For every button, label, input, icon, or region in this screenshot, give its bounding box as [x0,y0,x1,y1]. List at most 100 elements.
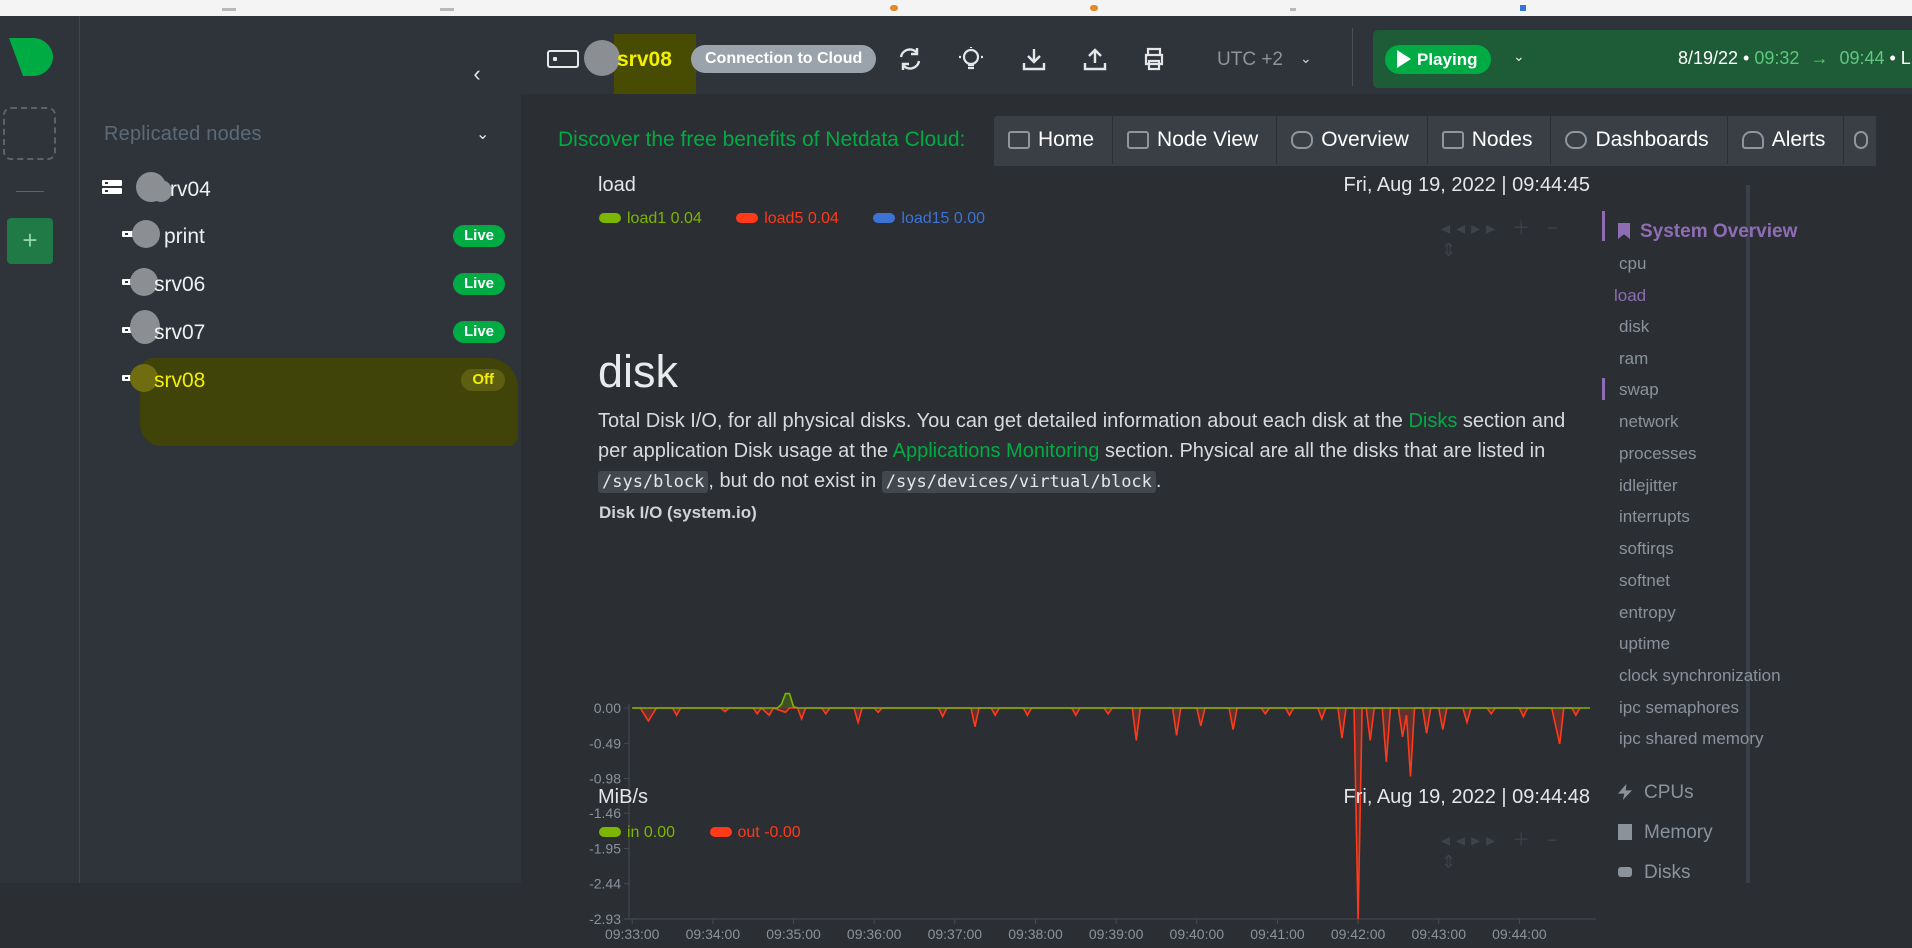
legend-name: load15 [901,210,950,227]
desc-text: . [1155,470,1162,492]
range-arrow: → [1810,48,1829,68]
node-row-srv07[interactable]: srv07 Live [80,310,521,352]
space-placeholder[interactable] [3,107,56,160]
toc-item-swap[interactable]: swap [1619,380,1659,400]
toc-item-ipc-semaphores[interactable]: ipc semaphores [1619,698,1739,718]
x-tick-label: 09:36:00 [847,926,902,942]
status-badge: Live [452,273,505,295]
timezone-selector[interactable]: UTC +2 [1217,49,1283,71]
toc-group-memory[interactable]: Memory [1618,822,1713,844]
load-timestamp: Fri, Aug 19, 2022 | 09:44:45 [1343,174,1590,196]
disk-drive-icon [1618,867,1632,877]
upload-icon[interactable] [1082,46,1108,72]
node-name: srv06 [154,273,206,296]
playing-button[interactable]: Playing [1385,45,1492,74]
code-sys-devices-virtual-block: /sys/devices/virtual/block [881,471,1156,493]
legend-item-load15[interactable]: load15 0.00 [873,210,985,227]
chart-units: MiB/s [598,786,648,808]
lightbulb-icon[interactable] [958,46,984,72]
toc-item-cpu[interactable]: cpu [1619,254,1646,274]
desc-text: Total Disk I/O, for all physical disks. … [598,410,1409,432]
toc-group-cpus[interactable]: CPUs [1618,782,1694,804]
tab-overview[interactable]: Overview [1277,116,1428,164]
scrollbar[interactable] [1746,185,1750,883]
nodes-icon [1441,131,1464,149]
tab-dashboards[interactable]: Dashboards [1551,116,1728,164]
legend-swatch [736,213,759,223]
toc-item-disk[interactable]: disk [1619,317,1649,337]
toc-item-uptime[interactable]: uptime [1619,634,1670,654]
chevron-down-icon[interactable]: ⌄ [476,124,489,144]
toc-item-network[interactable]: network [1619,412,1679,432]
series-line-in [632,692,1600,709]
toc-item-ram[interactable]: ram [1619,349,1648,369]
collapse-sidebar-button[interactable]: ‹ [466,63,488,86]
x-tick-label: 09:34:00 [686,926,741,942]
chevron-down-icon[interactable]: ⌄ [1300,50,1312,67]
toc-item-idlejitter[interactable]: idlejitter [1619,476,1678,496]
cloud-promo-text: Discover the free benefits of Netdata Cl… [558,128,966,151]
legend-item-load5[interactable]: load5 0.04 [736,210,839,227]
tab-label: Nodes [1471,128,1533,151]
tab-node-view[interactable]: Node View [1113,116,1278,164]
toc-item-softnet[interactable]: softnet [1619,571,1670,591]
node-name: srv08 [154,369,206,392]
y-tick-label: 0.00 [594,700,621,716]
host-name[interactable]: srv08 [617,48,672,72]
legend-item-in[interactable]: in 0.00 [599,824,675,841]
chart-controls[interactable]: ◂◂▸▸ ＋ − ⇕ [1441,826,1590,873]
tab-nodes[interactable]: Nodes [1428,116,1552,164]
section-title: disk [598,346,679,398]
toc-item-entropy[interactable]: entropy [1619,603,1676,623]
tab-home[interactable]: Home [994,116,1114,164]
y-tick-label: -1.95 [589,840,621,856]
download-icon[interactable] [1021,46,1047,72]
disk-io-chart[interactable]: 0.00-0.49-0.98-1.46-1.95-2.44-2.9309:33:… [551,518,1600,948]
chart-controls[interactable]: ◂◂▸▸ ＋ − ⇕ [1441,214,1590,261]
tab-alerts[interactable]: Alerts [1728,116,1845,164]
add-space-button[interactable]: + [7,218,53,264]
toc-title: System Overview [1640,221,1798,242]
legend-item-load1[interactable]: load1 0.04 [599,210,702,227]
print-icon[interactable] [1141,46,1167,72]
server-icon [547,50,579,68]
top-header-bar: srv08 Connection to Cloud UTC +2 ⌄ Playi… [521,16,1912,96]
browser-tab-strip [0,0,1912,17]
toc-item-clock-synchronization[interactable]: clock synchronization [1619,666,1781,686]
tab-more[interactable] [1844,116,1876,164]
node-row-srv04[interactable]: rv04 [80,168,521,208]
play-icon [1397,50,1411,68]
legend-name: in [627,824,640,841]
range-date: 8/19/22 • [1678,48,1750,68]
toc-section-system-overview[interactable]: System Overview [1618,221,1797,243]
y-tick-label: -2.93 [589,911,621,927]
cloud-tabs: Home Node View Overview Nodes Dashboards… [994,116,1877,166]
node-row-srv06[interactable]: srv06 Live [80,264,521,304]
node-row-srv08[interactable]: srv08 Off [80,360,521,400]
disks-link[interactable]: Disks [1408,410,1457,432]
tab-marker [1290,8,1296,11]
toc-item-interrupts[interactable]: interrupts [1619,507,1690,527]
x-tick-label: 09:37:00 [928,926,983,942]
node-view-icon [1127,131,1150,149]
node-row-print[interactable]: print Live [80,216,521,256]
toc-item-softirqs[interactable]: softirqs [1619,539,1674,559]
toc-item-load[interactable]: load [1614,286,1646,306]
tab-marker [222,8,236,11]
desc-text: section. Physical are all the disks that… [1099,440,1546,462]
time-range-display[interactable]: 8/19/22 • 09:32 → 09:44 • L [1678,48,1911,69]
toc-item-ipc-shared-memory[interactable]: ipc shared memory [1619,729,1764,749]
toc-group-disks[interactable]: Disks [1618,862,1690,884]
netdata-logo-icon[interactable] [7,38,53,76]
bookmark-icon [1618,223,1630,239]
sync-icon[interactable] [897,46,923,72]
legend-swatch [599,827,621,837]
chevron-down-icon[interactable]: ⌄ [1513,48,1525,65]
x-tick-label: 09:38:00 [1008,926,1063,942]
toc-item-processes[interactable]: processes [1619,444,1696,464]
range-from: 09:32 [1754,48,1800,68]
legend-item-out[interactable]: out -0.00 [709,824,801,841]
applications-monitoring-link[interactable]: Applications Monitoring [893,440,1100,462]
x-tick-label: 09:35:00 [766,926,821,942]
connection-to-cloud-button[interactable]: Connection to Cloud [691,45,877,73]
